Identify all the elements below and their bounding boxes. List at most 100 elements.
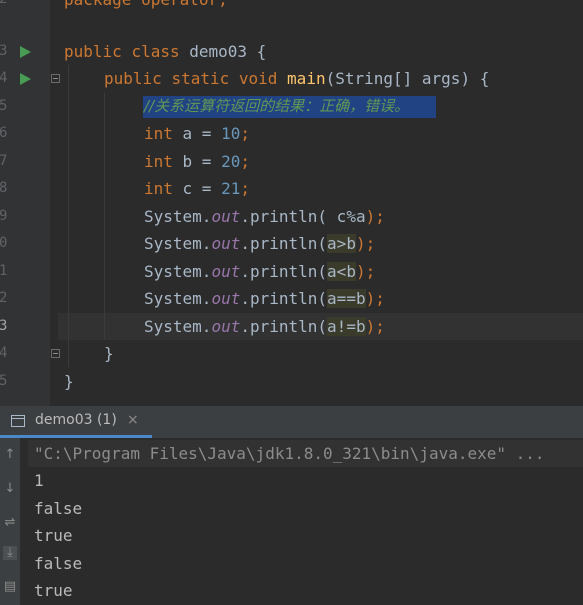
semicolon: ; [240, 179, 250, 198]
scroll-up-icon[interactable]: ↑ [3, 448, 17, 462]
command-line: "C:\Program Files\Java\jdk1.8.0_321\bin\… [34, 444, 545, 463]
number-literal: 20 [221, 152, 241, 171]
static-field: out [211, 234, 241, 253]
println-statement: System.out.println( c%a); [144, 203, 385, 230]
line-number: 4 [0, 345, 8, 361]
class-declaration: public class demo03 { [64, 38, 266, 65]
comment-line: //关系运算符返回的结果：正确，错误。 [144, 97, 410, 115]
argument: a>b [327, 234, 356, 253]
static-field: out [211, 207, 241, 226]
output-line: 1 [34, 471, 44, 490]
type-keyword: int [144, 179, 173, 198]
class-ref: System. [144, 234, 212, 253]
main-method-declaration: public static void main(String[] args) { [104, 65, 489, 92]
static-field: out [211, 289, 241, 308]
console-toolbar: ↑ ↓ ⇌ ⤓ ▤ [0, 438, 20, 605]
class-ref: System. [144, 262, 212, 281]
method-call: .println( [240, 289, 328, 308]
output-line: true [34, 581, 73, 600]
scroll-down-icon[interactable]: ↓ [3, 482, 17, 496]
run-main-icon[interactable] [20, 73, 31, 85]
keyword: static [171, 69, 230, 88]
line-number: 5 [0, 373, 8, 389]
code-editor[interactable]: 2 3 4 5 6 7 8 9 0 1 2 3 4 5 package oper… [0, 0, 583, 406]
indent-guide [68, 65, 69, 367]
static-field: out [211, 317, 241, 336]
run-class-icon[interactable] [20, 46, 31, 58]
variable: b = [172, 152, 222, 171]
declaration-a: int a = 10; [144, 120, 250, 147]
line-number: 4 [0, 70, 8, 86]
run-tab-label: demo03 (1) [35, 412, 117, 428]
println-statement: System.out.println(a!=b); [144, 313, 385, 340]
close-icon[interactable]: × [127, 412, 139, 428]
print-icon[interactable]: ▤ [3, 580, 17, 594]
argument: a==b [327, 289, 366, 308]
method-call: .println( [240, 262, 328, 281]
println-statement: System.out.println(a<b); [144, 258, 375, 285]
run-tab[interactable]: demo03 (1) × [0, 406, 152, 438]
method-params: (String[] args) { [325, 69, 490, 88]
class-ref: System. [144, 289, 212, 308]
class-ref: System. [144, 207, 212, 226]
line-number: 2 [0, 0, 9, 13]
keyword: class [131, 42, 180, 61]
line-number: 9 [0, 208, 8, 224]
class-close-brace: } [64, 372, 74, 391]
console-output[interactable]: ↑ ↓ ⇌ ⤓ ▤ "C:\Program Files\Java\jdk1.8.… [0, 438, 583, 605]
output-line: false [34, 554, 83, 573]
println-statement: System.out.println(a==b); [144, 285, 385, 312]
println-statement: System.out.println(a>b); [144, 230, 375, 257]
close-paren: ); [355, 234, 376, 253]
line-number: 1 [0, 263, 8, 279]
line-number: 3 [0, 43, 8, 59]
keyword: public [104, 69, 162, 88]
line-number: 2 [0, 290, 8, 306]
method-close-brace: } [104, 344, 114, 363]
type-keyword: int [144, 152, 173, 171]
console-icon [11, 415, 25, 427]
variable: a = [172, 124, 222, 143]
type-keyword: int [144, 124, 173, 143]
line-number: 8 [0, 180, 8, 196]
run-tool-window-tabbar: demo03 (1) × [0, 406, 583, 439]
line-number: 7 [0, 153, 8, 169]
close-paren: ); [365, 207, 385, 226]
output-line: false [34, 499, 83, 518]
indent-guide [104, 93, 105, 340]
close-paren: ); [365, 317, 385, 336]
close-paren: ); [365, 289, 385, 308]
fold-icon[interactable] [51, 349, 60, 358]
keyword: public [64, 42, 122, 61]
number-literal: 21 [221, 179, 241, 198]
package-line: package operator; [64, 0, 228, 13]
output-line: true [34, 526, 73, 545]
scroll-to-end-icon[interactable]: ⤓ [3, 546, 17, 560]
method-call: .println( [240, 317, 328, 336]
soft-wrap-icon[interactable]: ⇌ [3, 516, 17, 530]
line-number: 5 [0, 98, 8, 114]
static-field: out [211, 262, 241, 281]
line-number: 6 [0, 125, 8, 141]
close-paren: ); [355, 262, 376, 281]
class-name: demo03 [189, 42, 248, 61]
argument: a!=b [327, 317, 366, 336]
line-number: 3 [0, 318, 8, 334]
declaration-b: int b = 20; [144, 148, 250, 175]
argument: c%a [327, 207, 366, 226]
number-literal: 10 [221, 124, 241, 143]
declaration-c: int c = 21; [144, 175, 250, 202]
class-ref: System. [144, 317, 212, 336]
variable: c = [172, 179, 222, 198]
line-number: 0 [0, 235, 8, 251]
editor-gutter: 2 3 4 5 6 7 8 9 0 1 2 3 4 5 [0, 0, 50, 406]
argument: a<b [327, 262, 356, 281]
fold-icon[interactable] [51, 74, 60, 83]
semicolon: ; [240, 124, 250, 143]
brace: { [247, 42, 267, 61]
method-call: .println( [240, 207, 328, 226]
method-name: main [287, 69, 326, 88]
keyword: void [238, 69, 278, 88]
semicolon: ; [240, 152, 250, 171]
method-call: .println( [240, 234, 328, 253]
